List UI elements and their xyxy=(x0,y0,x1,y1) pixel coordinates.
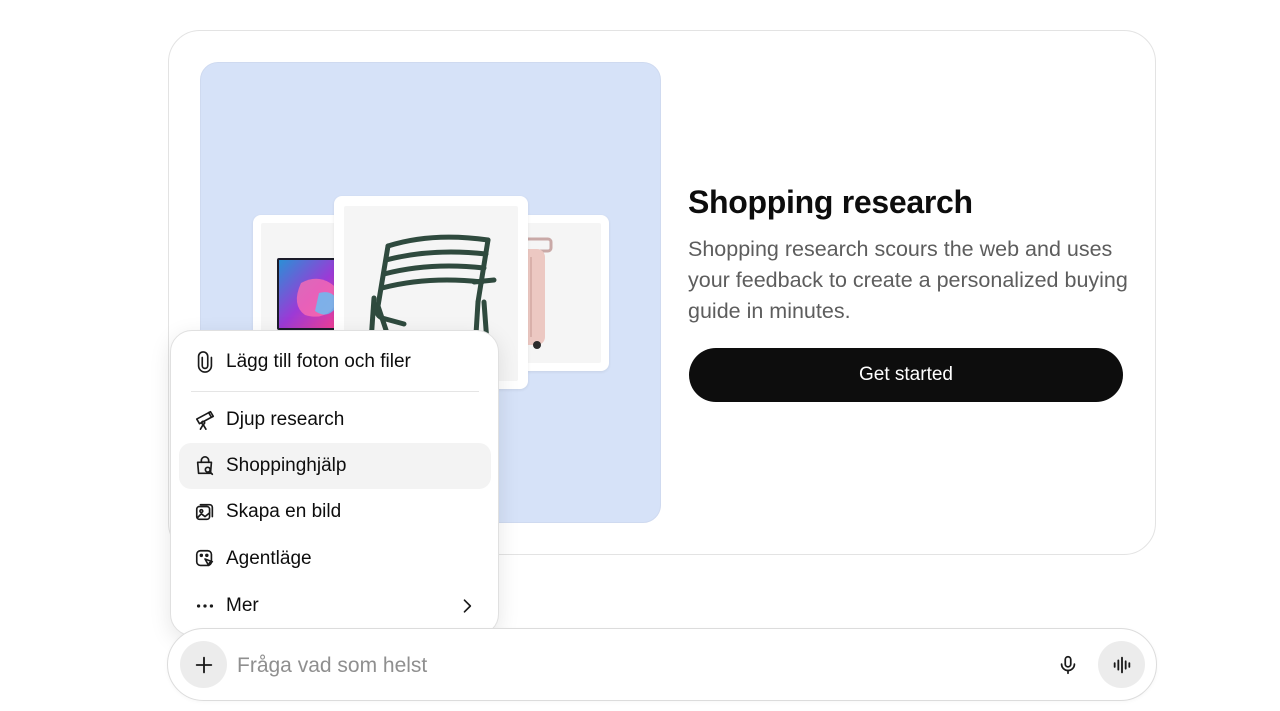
menu-item-label: Skapa en bild xyxy=(226,501,342,522)
get-started-button[interactable]: Get started xyxy=(689,348,1123,402)
agent-cursor-icon xyxy=(193,547,217,571)
plus-icon xyxy=(195,656,212,673)
menu-item-label: Shoppinghjälp xyxy=(226,455,347,476)
menu-item-add-photos-files[interactable]: Lägg till foton och filer xyxy=(179,339,491,385)
add-tools-button[interactable] xyxy=(180,641,227,688)
voice-mode-button[interactable] xyxy=(1098,641,1145,688)
menu-item-deep-research[interactable]: Djup research xyxy=(179,397,491,443)
suitcase-image xyxy=(521,237,553,349)
voice-waveform-icon xyxy=(1113,656,1130,673)
chevron-right-icon xyxy=(463,599,472,613)
feature-title: Shopping research xyxy=(688,184,973,220)
menu-item-more[interactable]: Mer xyxy=(179,583,491,629)
chat-input[interactable] xyxy=(235,647,1019,685)
microphone-icon xyxy=(1060,655,1076,675)
feature-description: Shopping research scours the web and use… xyxy=(688,237,1128,323)
menu-item-shopping-help[interactable]: Shoppinghjälp xyxy=(179,443,491,489)
paperclip-icon xyxy=(193,350,217,374)
menu-item-label: Mer xyxy=(226,595,259,616)
shopping-bag-search-icon xyxy=(193,454,217,478)
menu-item-create-image[interactable]: Skapa en bild xyxy=(179,489,491,535)
menu-item-label: Agentläge xyxy=(226,548,312,569)
menu-divider xyxy=(191,391,479,392)
menu-item-agent-mode[interactable]: Agentläge xyxy=(179,536,491,582)
dictate-button[interactable] xyxy=(1048,645,1088,685)
more-dots-icon xyxy=(193,594,217,618)
menu-item-label: Djup research xyxy=(226,409,345,430)
tools-menu: Lägg till foton och filer Djup research … xyxy=(170,330,499,636)
telescope-icon xyxy=(193,408,217,432)
chat-composer xyxy=(167,628,1157,701)
image-create-icon xyxy=(193,500,217,524)
menu-item-label: Lägg till foton och filer xyxy=(226,351,411,372)
